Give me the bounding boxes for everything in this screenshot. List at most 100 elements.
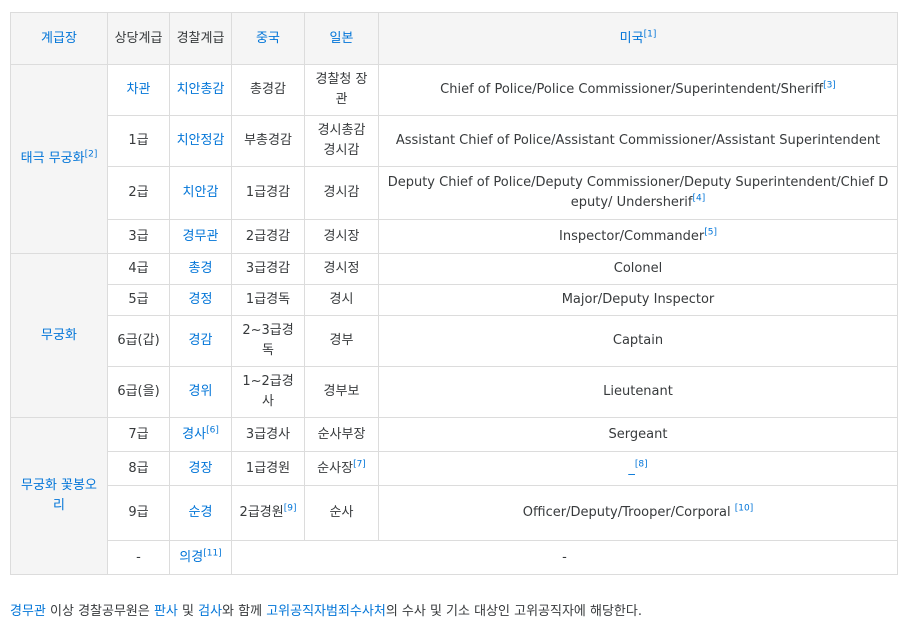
usa-cell: Officer/Deputy/Trooper/Corporal [10]: [378, 485, 898, 541]
rank-cell[interactable]: 치안감: [169, 166, 232, 220]
china-cell: 1급경원: [231, 451, 305, 486]
header-row: 계급장 상당계급 경찰계급 중국 일본 미국[1]: [10, 12, 898, 65]
usa-cell: Lieutenant: [378, 366, 898, 418]
usa-cell: Assistant Chief of Police/Assistant Comm…: [378, 115, 898, 167]
header-china[interactable]: 중국: [231, 12, 305, 65]
usa-cell: Deputy Chief of Police/Deputy Commission…: [378, 166, 898, 220]
rank-cell[interactable]: 경사[6]: [169, 417, 232, 452]
rank-cell[interactable]: 치안총감: [169, 64, 232, 116]
header-usa[interactable]: 미국[1]: [378, 12, 898, 65]
usa-cell: Inspector/Commander[5]: [378, 219, 898, 254]
china-cell: 2급경감: [231, 219, 305, 254]
footer-note: 경무관 이상 경찰공무원은 판사 및 검사와 함께 고위공직자범죄수사처의 수사…: [10, 602, 642, 622]
usa-cell: Major/Deputy Inspector: [378, 284, 898, 316]
usa-cell: Chief of Police/Police Commissioner/Supe…: [378, 64, 898, 116]
footnote-ref[interactable]: [4]: [692, 194, 705, 204]
rank-cell[interactable]: 치안정감: [169, 115, 232, 167]
note-link-gyeongmugwan[interactable]: 경무관: [10, 604, 46, 619]
grade-cell: 차관: [107, 64, 170, 116]
footnote-ref[interactable]: [9]: [284, 504, 297, 514]
japan-cell: 경시: [304, 284, 379, 316]
rank-cell[interactable]: 경감: [169, 315, 232, 367]
china-cell: 1급경감: [231, 166, 305, 220]
note-link-cio[interactable]: 고위공직자범죄수사처: [266, 604, 386, 619]
rank-cell[interactable]: 경장: [169, 451, 232, 486]
header-equivalent-grade: 상당계급: [107, 12, 170, 65]
grade-cell: 2급: [107, 166, 170, 220]
footnote-ref[interactable]: [7]: [353, 459, 366, 469]
japan-cell: 경시정: [304, 253, 379, 285]
footnote-ref[interactable]: [8]: [635, 459, 648, 469]
rank-cell[interactable]: 의경[11]: [169, 540, 232, 575]
japan-cell: 경시감: [304, 166, 379, 220]
insignia-taeguk-mugunghwa[interactable]: 태극 무궁화[2]: [10, 64, 108, 254]
usa-cell: Sergeant: [378, 417, 898, 452]
grade-cell: 6급(갑): [107, 315, 170, 367]
table-row: 2급 치안감 1급경감 경시감 Deputy Chief of Police/D…: [11, 166, 898, 220]
note-link-judge[interactable]: 판사: [154, 604, 178, 619]
grade-cell: 3급: [107, 219, 170, 254]
rank-cell[interactable]: 경위: [169, 366, 232, 418]
table-row: 9급 순경 2급경원[9] 순사 Officer/Deputy/Trooper/…: [11, 485, 898, 541]
china-cell: 2~3급경독: [231, 315, 305, 367]
note-text: 이상 경찰공무원은: [45, 604, 154, 619]
table-row: 6급(을) 경위 1~2급경사 경부보 Lieutenant: [11, 366, 898, 418]
usa-cell: Colonel: [378, 253, 898, 285]
grade-cell: 1급: [107, 115, 170, 167]
table-row: 3급 경무관 2급경감 경시장 Inspector/Commander[5]: [11, 219, 898, 254]
table-row: 6급(갑) 경감 2~3급경독 경부 Captain: [11, 315, 898, 367]
china-cell: 부총경감: [231, 115, 305, 167]
table-row: 5급 경정 1급경독 경시 Major/Deputy Inspector: [11, 284, 898, 316]
insignia-mugunghwa[interactable]: 무궁화: [10, 253, 108, 418]
police-rank-table: 계급장 상당계급 경찰계급 중국 일본 미국[1] 태극 무궁화[2] 차관 치…: [10, 12, 898, 575]
note-text: 및: [177, 604, 199, 619]
usa-cell: _[8]: [378, 451, 898, 486]
footnote-ref[interactable]: [10]: [735, 504, 753, 514]
rank-cell[interactable]: 순경: [169, 485, 232, 541]
grade-cell: -: [107, 540, 170, 575]
table-row: 무궁화 꽃봉오리 7급 경사[6] 3급경사 순사부장 Sergeant: [10, 417, 898, 575]
rank-cell[interactable]: 경정: [169, 284, 232, 316]
footnote-ref[interactable]: [2]: [85, 150, 98, 160]
japan-cell: 순사부장: [304, 417, 379, 452]
usa-cell: Captain: [378, 315, 898, 367]
table-row: 1급 치안정감 부총경감 경시총감 경시감 Assistant Chief of…: [11, 115, 898, 167]
japan-cell: 경부: [304, 315, 379, 367]
grade-cell: 7급: [107, 417, 170, 452]
footnote-ref[interactable]: [5]: [704, 227, 717, 237]
grade-cell: 5급: [107, 284, 170, 316]
header-police-rank: 경찰계급: [169, 12, 232, 65]
footnote-ref[interactable]: [6]: [206, 425, 219, 435]
header-insignia[interactable]: 계급장: [10, 12, 108, 65]
china-cell: 총경감: [231, 64, 305, 116]
merged-other-cell: -: [231, 540, 898, 575]
note-text: 의 수사 및 기소 대상인 고위공직자에 해당한다.: [385, 604, 642, 619]
grade-cell: 8급: [107, 451, 170, 486]
table-row: - 의경[11] -: [11, 540, 898, 575]
header-japan[interactable]: 일본: [304, 12, 379, 65]
footnote-ref[interactable]: [11]: [203, 548, 221, 558]
china-cell: 3급경감: [231, 253, 305, 285]
china-cell: 2급경원[9]: [231, 485, 305, 541]
japan-cell: 순사장[7]: [304, 451, 379, 486]
footnote-ref[interactable]: [1]: [644, 29, 657, 39]
table-row: 무궁화 4급 총경 3급경감 경시정 Colonel: [10, 253, 898, 418]
japan-cell: 순사: [304, 485, 379, 541]
china-cell: 1~2급경사: [231, 366, 305, 418]
footnote-ref[interactable]: [3]: [823, 81, 836, 91]
china-cell: 1급경독: [231, 284, 305, 316]
grade-cell: 6급(을): [107, 366, 170, 418]
insignia-mugunghwa-bud[interactable]: 무궁화 꽃봉오리: [10, 417, 108, 575]
china-cell: 3급경사: [231, 417, 305, 452]
note-text: 와 함께: [222, 604, 267, 619]
japan-cell: 경시총감 경시감: [304, 115, 379, 167]
rank-cell[interactable]: 총경: [169, 253, 232, 285]
grade-cell: 4급: [107, 253, 170, 285]
grade-cell: 9급: [107, 485, 170, 541]
rank-table-wrapper: 계급장 상당계급 경찰계급 중국 일본 미국[1] 태극 무궁화[2] 차관 치…: [10, 12, 898, 575]
japan-cell: 경부보: [304, 366, 379, 418]
note-link-prosecutor[interactable]: 검사: [198, 604, 222, 619]
table-row: 태극 무궁화[2] 차관 치안총감 총경감 경찰청 장관 Chief of Po…: [10, 64, 898, 254]
rank-cell[interactable]: 경무관: [169, 219, 232, 254]
japan-cell: 경찰청 장관: [304, 64, 379, 116]
